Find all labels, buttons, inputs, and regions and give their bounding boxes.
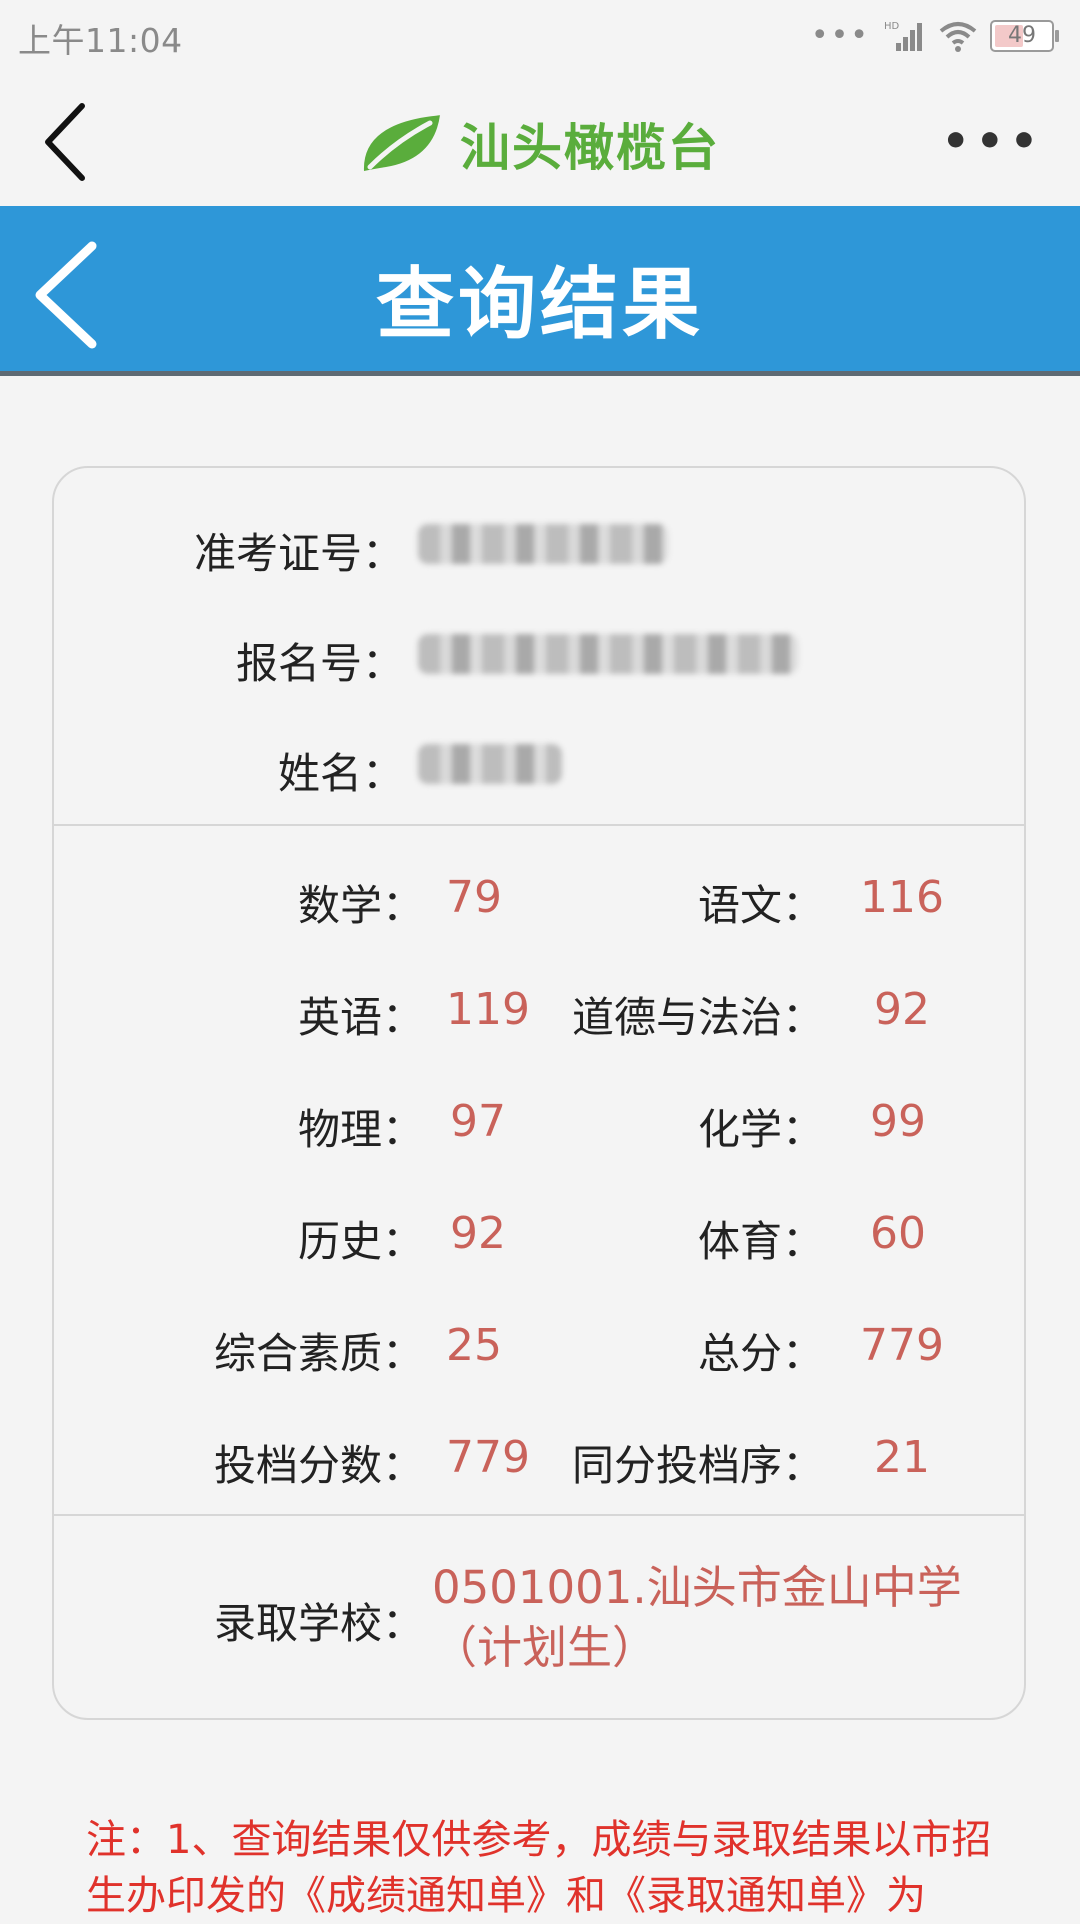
chemistry-score: 99 [870, 1096, 926, 1147]
status-time: 上午11:04 [18, 21, 183, 60]
battery-icon: 49 [990, 20, 1059, 52]
registration-number-label: 报名号： [235, 639, 404, 688]
total-score: 779 [860, 1320, 944, 1371]
school-name: 0501001.汕头市金山中学 [432, 1561, 962, 1614]
math-score: 79 [446, 872, 502, 923]
filing-score-label: 投档分数： [213, 1441, 424, 1490]
tie-rank-value: 21 [874, 1432, 930, 1483]
admission-school-value: 0501001.汕头市金山中学 （计划生） [432, 1558, 992, 1678]
page-title: 查询结果 [375, 260, 704, 350]
exam-id-label: 准考证号： [193, 529, 404, 578]
quality-label: 综合素质： [213, 1329, 424, 1378]
network-type-label: HD [884, 21, 900, 32]
chemistry-label: 化学： [697, 1105, 824, 1154]
filing-score: 779 [446, 1432, 530, 1483]
name-value-redacted [418, 744, 562, 784]
section-divider [54, 824, 1024, 826]
result-card: 准考证号： 报名号： 姓名： 数学： 79 语文： 116 英语： 119 道德… [52, 466, 1026, 1720]
physics-label: 物理： [297, 1105, 424, 1154]
back-icon[interactable] [40, 100, 92, 184]
brand-name: 汕头橄榄台 [460, 119, 720, 177]
pe-label: 体育： [697, 1217, 824, 1266]
math-label: 数学： [297, 881, 424, 930]
tie-rank-label: 同分投档序： [571, 1441, 824, 1490]
chinese-score: 116 [860, 872, 944, 923]
status-icons: ••• HD 49 [810, 16, 1059, 56]
title-bar: 查询结果 [0, 206, 1080, 376]
signal-icon: HD [884, 21, 922, 51]
battery-level: 49 [1008, 23, 1036, 48]
wifi-icon [939, 22, 977, 52]
more-notifications-icon: ••• [810, 18, 870, 53]
history-label: 历史： [297, 1217, 424, 1266]
physics-score: 97 [450, 1096, 506, 1147]
history-score: 92 [450, 1208, 506, 1259]
english-score: 119 [446, 984, 530, 1035]
quality-score: 25 [446, 1320, 502, 1371]
school-quota-type: （计划生） [432, 1621, 658, 1674]
total-label: 总分： [697, 1329, 824, 1378]
chinese-label: 语文： [697, 881, 824, 930]
morality-law-label: 道德与法治： [571, 993, 824, 1042]
morality-law-score: 92 [874, 984, 930, 1035]
brand-logo: 汕头橄榄台 [356, 104, 720, 184]
registration-number-value-redacted [418, 634, 798, 674]
status-bar: 上午11:04 ••• HD 49 [0, 0, 1080, 76]
more-icon[interactable]: ••• [942, 120, 1044, 164]
olive-leaf-icon [363, 115, 441, 171]
section-divider [54, 1514, 1024, 1516]
app-header: 汕头橄榄台 ••• [0, 76, 1080, 206]
exam-id-value-redacted [418, 524, 668, 564]
admission-school-label: 录取学校： [213, 1599, 424, 1648]
disclaimer-note: 注：1、查询结果仅供参考，成绩与录取结果以市招生办印发的《成绩通知单》和《录取通… [86, 1817, 992, 1919]
english-label: 英语： [297, 993, 424, 1042]
name-label: 姓名： [277, 749, 404, 798]
pe-score: 60 [870, 1208, 926, 1259]
